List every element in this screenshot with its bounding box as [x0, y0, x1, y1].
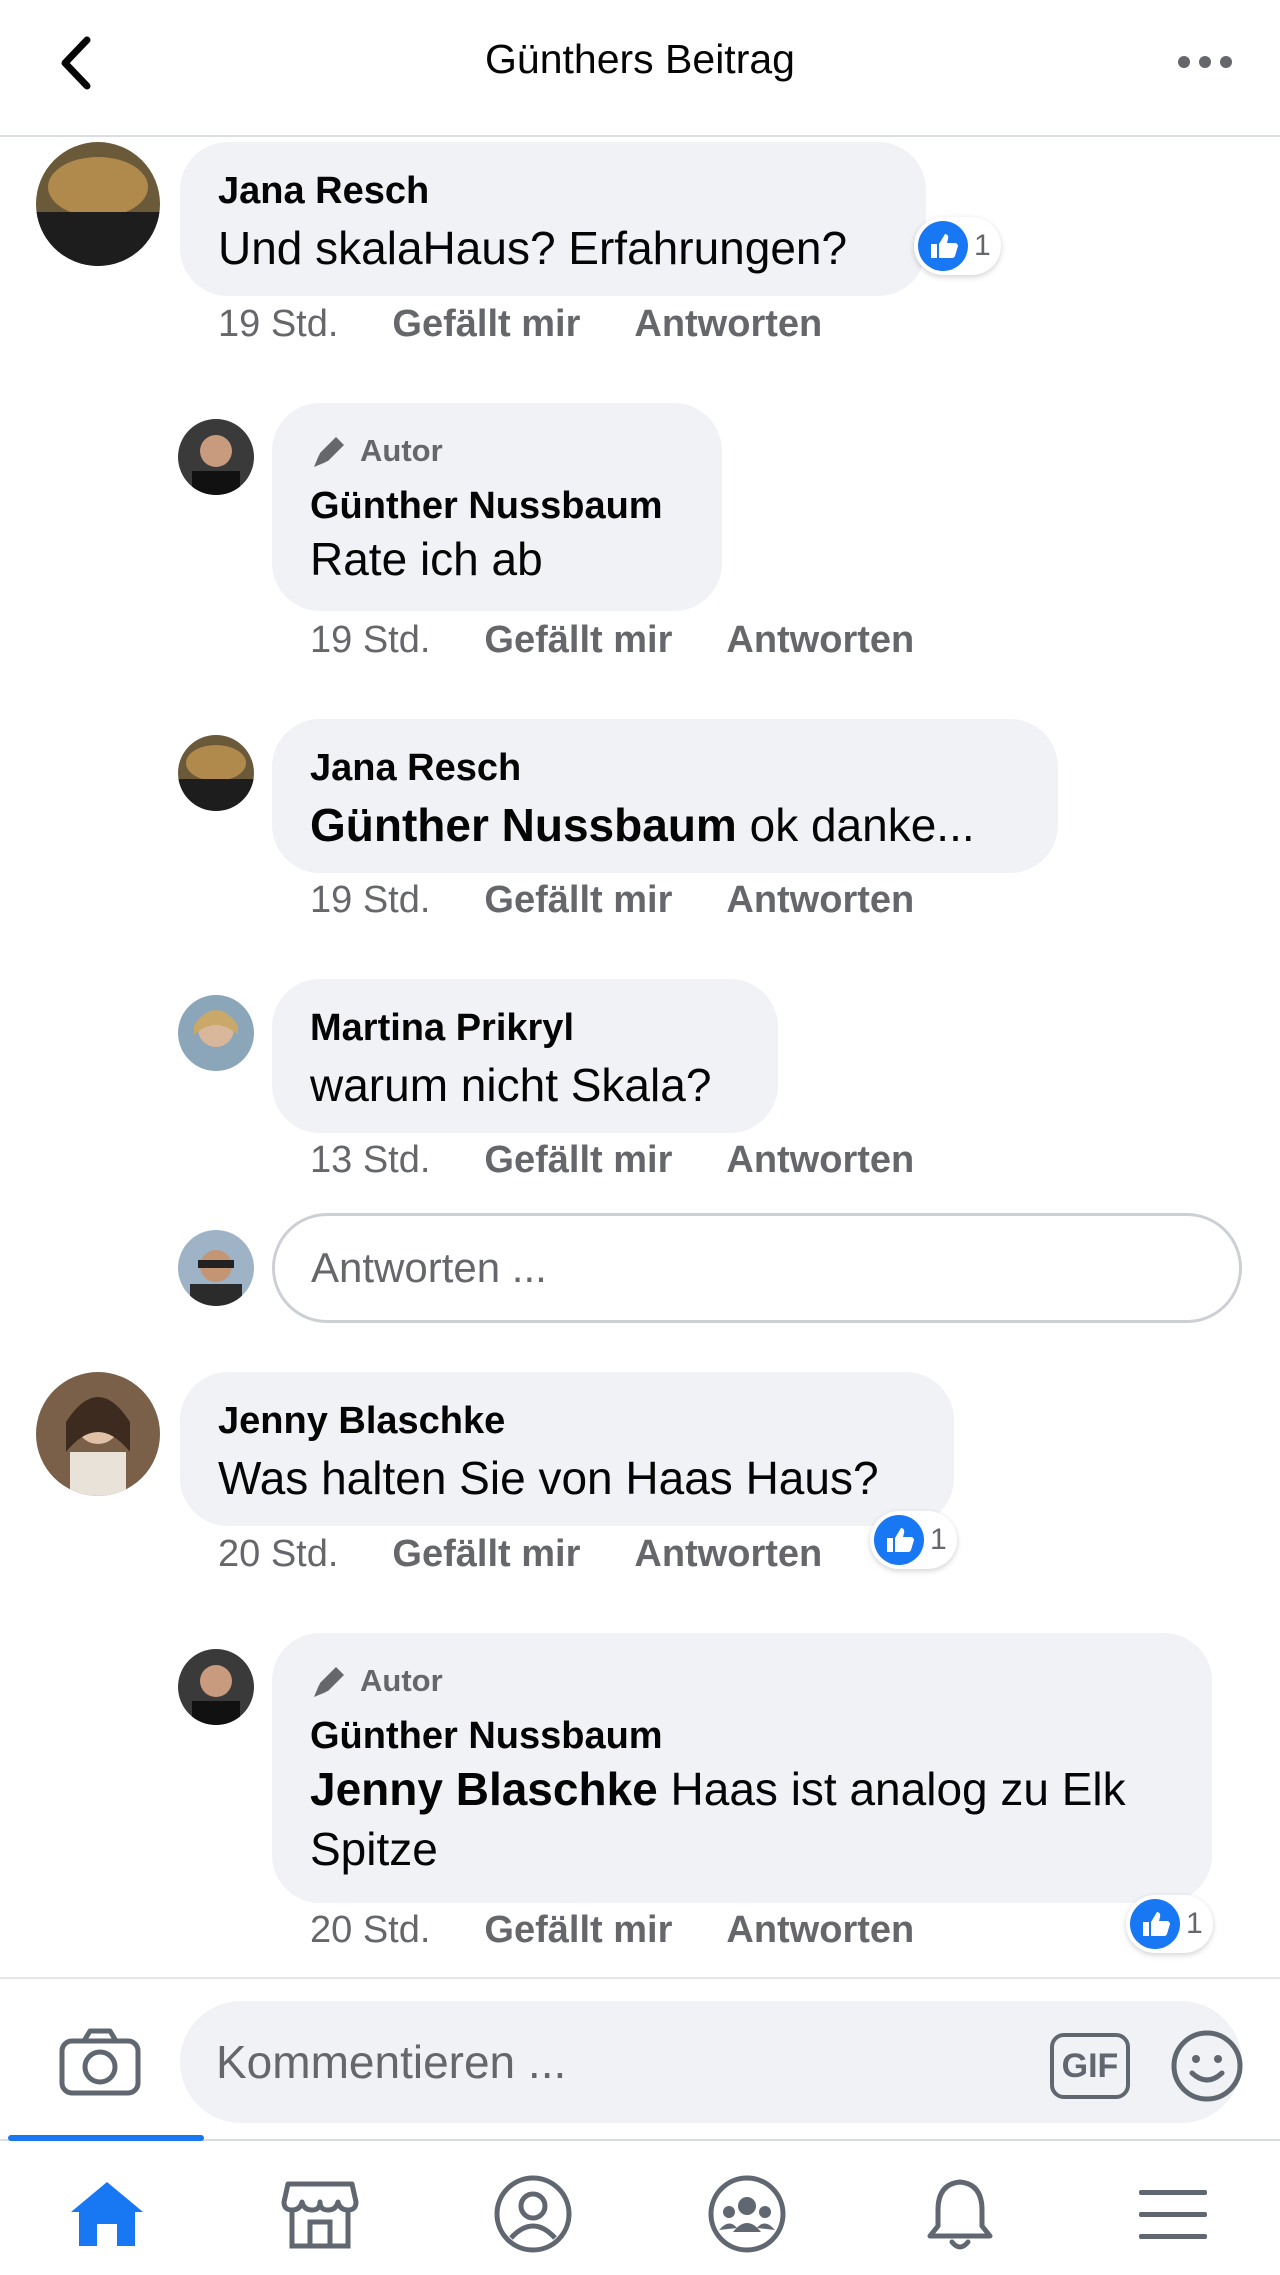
author-badge: Autor — [310, 431, 443, 471]
tab-notifications[interactable] — [915, 2171, 1005, 2257]
reply-button[interactable]: Antworten — [726, 1139, 914, 1182]
more-dots-icon — [1178, 56, 1232, 68]
like-icon — [874, 1515, 924, 1565]
avatar[interactable] — [178, 1649, 254, 1725]
marketplace-icon — [281, 2181, 359, 2249]
comment-author[interactable]: Günther Nussbaum — [310, 485, 663, 528]
tab-home[interactable] — [62, 2171, 152, 2257]
comment-time: 19 Std. — [310, 619, 431, 661]
reply-button[interactable]: Antworten — [634, 303, 822, 346]
comment-text-body: Haas ist analog zu Elk — [657, 1763, 1126, 1815]
comment-meta: 19 Std. Gefällt mir Antworten — [218, 303, 876, 346]
comment-meta: 19 Std. Gefällt mir Antworten — [310, 619, 968, 662]
avatar[interactable] — [178, 735, 254, 811]
avatar[interactable] — [178, 419, 254, 495]
comment-bubble[interactable]: Jana Resch Und skalaHaus? Erfahrungen? — [180, 142, 926, 296]
reply-input[interactable]: Antworten ... — [272, 1213, 1242, 1323]
like-button[interactable]: Gefällt mir — [392, 303, 580, 346]
pen-icon — [314, 437, 344, 467]
tab-marketplace[interactable] — [275, 2171, 365, 2257]
reply-button[interactable]: Antworten — [634, 1533, 822, 1576]
comment-bubble[interactable]: Martina Prikryl warum nicht Skala? — [272, 979, 778, 1133]
reaction-count: 1 — [974, 229, 991, 262]
comment-bubble[interactable]: Jenny Blaschke Was halten Sie von Haas H… — [180, 1372, 954, 1526]
emoji-button[interactable] — [1170, 2029, 1244, 2103]
like-button[interactable]: Gefällt mir — [484, 619, 672, 662]
comment-author[interactable]: Jana Resch — [218, 170, 429, 213]
avatar[interactable] — [36, 142, 160, 266]
like-button[interactable]: Gefällt mir — [484, 879, 672, 922]
top-bar: Günthers Beitrag — [0, 0, 1280, 137]
profile-icon — [494, 2175, 572, 2253]
reply-button[interactable]: Antworten — [726, 879, 914, 922]
comment-text: Rate ich ab — [310, 533, 543, 585]
comment-meta: 19 Std. Gefällt mir Antworten — [310, 879, 968, 922]
author-badge: Autor — [310, 1661, 443, 1701]
tab-profile[interactable] — [488, 2171, 578, 2257]
reaction-count: 1 — [1186, 1907, 1203, 1940]
reply-input-placeholder: Antworten ... — [311, 1244, 547, 1291]
comment-text-line2: Spitze — [310, 1823, 438, 1875]
mention-link[interactable]: Jenny Blaschke — [310, 1763, 658, 1815]
reaction-badge[interactable]: 1 — [1126, 1895, 1213, 1953]
avatar[interactable] — [178, 995, 254, 1071]
comment-text: warum nicht Skala? — [310, 1059, 712, 1111]
comment-time: 20 Std. — [310, 1909, 431, 1951]
groups-icon — [708, 2175, 786, 2253]
like-button[interactable]: Gefällt mir — [484, 1139, 672, 1182]
author-badge-label: Autor — [360, 433, 443, 468]
comment-author[interactable]: Jenny Blaschke — [218, 1400, 505, 1443]
comment-text: Und skalaHaus? Erfahrungen? — [218, 222, 848, 274]
comment-text-body: ok danke... — [736, 799, 975, 851]
comment-text: Jenny Blaschke Haas ist analog zu Elk Sp… — [310, 1759, 1126, 1879]
comment-meta: 13 Std. Gefällt mir Antworten — [310, 1139, 968, 1182]
comment-text: Was halten Sie von Haas Haus? — [218, 1452, 879, 1504]
bell-icon — [927, 2179, 993, 2250]
like-icon — [918, 221, 968, 271]
comment-composer: Kommentieren ... GIF — [0, 1977, 1280, 2139]
page-title: Günthers Beitrag — [485, 36, 795, 82]
camera-button[interactable] — [58, 2027, 142, 2097]
current-user-avatar — [178, 1230, 254, 1306]
tab-groups[interactable] — [702, 2171, 792, 2257]
home-icon — [71, 2182, 143, 2246]
comment-list: Jana Resch Und skalaHaus? Erfahrungen? 1… — [0, 139, 1280, 1977]
reaction-badge[interactable]: 1 — [914, 217, 1001, 275]
comment-author[interactable]: Günther Nussbaum — [310, 1715, 663, 1758]
reply-button[interactable]: Antworten — [726, 1909, 914, 1952]
comment-meta: 20 Std. Gefällt mir Antworten — [218, 1533, 876, 1576]
reaction-count: 1 — [930, 1523, 947, 1556]
comment-input-placeholder: Kommentieren ... — [216, 2036, 567, 2088]
comment-time: 19 Std. — [218, 303, 339, 345]
comment-time: 13 Std. — [310, 1139, 431, 1181]
comment-bubble[interactable]: Autor Günther Nussbaum Rate ich ab — [272, 403, 722, 611]
reply-button[interactable]: Antworten — [726, 619, 914, 662]
mention-link[interactable]: Günther Nussbaum — [310, 799, 737, 851]
hamburger-menu-icon — [1139, 2190, 1207, 2239]
author-badge-label: Autor — [360, 1663, 443, 1698]
tab-menu[interactable] — [1128, 2171, 1218, 2257]
reaction-badge[interactable]: 1 — [870, 1511, 957, 1569]
avatar[interactable] — [36, 1372, 160, 1496]
bottom-tab-bar — [0, 2135, 1280, 2275]
camera-icon — [59, 2028, 141, 2096]
comment-author[interactable]: Martina Prikryl — [310, 1007, 574, 1050]
comment-author[interactable]: Jana Resch — [310, 747, 521, 790]
comment-time: 20 Std. — [218, 1533, 339, 1575]
pen-icon — [314, 1667, 344, 1697]
comment-meta: 20 Std. Gefällt mir Antworten — [310, 1909, 968, 1952]
like-button[interactable]: Gefällt mir — [392, 1533, 580, 1576]
smiley-icon — [1171, 2030, 1243, 2102]
comment-bubble[interactable]: Jana Resch Günther Nussbaum ok danke... — [272, 719, 1058, 873]
more-options-button[interactable] — [1170, 40, 1240, 84]
like-icon — [1130, 1899, 1180, 1949]
like-button[interactable]: Gefällt mir — [484, 1909, 672, 1952]
gif-button[interactable]: GIF — [1050, 2033, 1130, 2099]
active-tab-indicator — [8, 2135, 204, 2141]
comment-time: 19 Std. — [310, 879, 431, 921]
comment-bubble[interactable]: Autor Günther Nussbaum Jenny Blaschke Ha… — [272, 1633, 1212, 1903]
comment-text: Günther Nussbaum ok danke... — [310, 795, 975, 855]
